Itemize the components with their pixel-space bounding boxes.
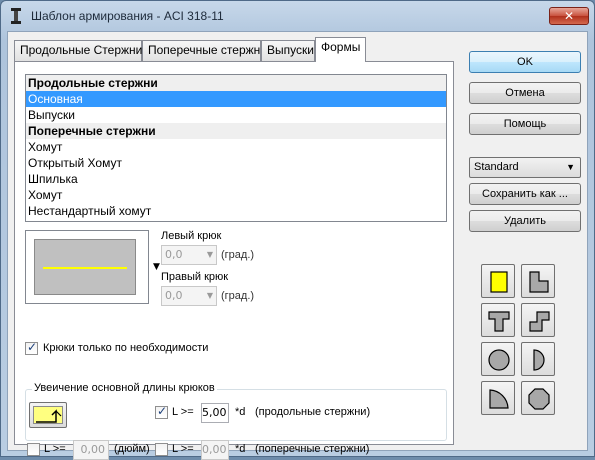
octagon-shape-icon bbox=[528, 388, 550, 410]
preview-canvas bbox=[34, 239, 136, 295]
template-select-value: Standard bbox=[474, 161, 519, 173]
window-title: Шаблон армирования - ACI 318-11 bbox=[31, 9, 224, 23]
dialog-client-area: Продольные Стержни Поперечные стержни Вы… bbox=[7, 31, 588, 460]
half-circle-shape-icon bbox=[533, 349, 545, 371]
chevron-down-icon: ▼ bbox=[206, 250, 213, 259]
list-item[interactable]: Выпуски bbox=[26, 107, 446, 123]
longitudinal-extension-unit: *d bbox=[235, 406, 246, 418]
inch-extension-prefix: L >= bbox=[44, 443, 66, 455]
close-button[interactable]: ✕ bbox=[549, 7, 589, 25]
left-hook-label: Левый крюк bbox=[161, 230, 222, 242]
preview-dropdown-arrow-icon[interactable]: ▼ bbox=[153, 262, 160, 272]
l-shape-icon bbox=[529, 271, 549, 293]
title-bar[interactable]: Шаблон армирования - ACI 318-11 ✕ bbox=[1, 1, 594, 31]
longitudinal-extension-note: (продольные стержни) bbox=[255, 406, 371, 418]
transverse-extension-prefix: L >= bbox=[172, 443, 194, 455]
transverse-extension-input[interactable]: 0,00 bbox=[201, 440, 229, 460]
longitudinal-extension-checkbox[interactable] bbox=[155, 404, 168, 419]
chevron-down-icon: ▼ bbox=[566, 162, 575, 172]
cancel-button[interactable]: Отмена bbox=[469, 82, 581, 104]
z-shape-button[interactable] bbox=[521, 303, 555, 337]
circle-shape-button[interactable] bbox=[481, 342, 515, 376]
inch-extension-checkbox[interactable] bbox=[27, 443, 40, 456]
ok-button[interactable]: OK bbox=[469, 51, 581, 73]
hook-shape-button[interactable] bbox=[29, 402, 67, 428]
hooks-only-if-needed-label: Крюки только по необходимости bbox=[43, 342, 209, 354]
longitudinal-extension-prefix: L >= bbox=[172, 406, 194, 418]
right-hook-label: Правый крюк bbox=[161, 271, 229, 283]
list-header: Поперечные стержни bbox=[26, 123, 446, 139]
preview-bar-line bbox=[43, 267, 127, 269]
quarter-circle-shape-icon bbox=[489, 389, 509, 409]
tab-shapes[interactable]: Формы bbox=[315, 37, 366, 62]
quarter-circle-shape-button[interactable] bbox=[481, 381, 515, 415]
hook-extension-title: Увеичение основной длины крюков bbox=[32, 382, 217, 394]
help-button[interactable]: Помощь bbox=[469, 113, 581, 135]
transverse-extension-note: (поперечные стержни) bbox=[255, 443, 370, 455]
hooks-only-if-needed-checkbox[interactable] bbox=[25, 340, 38, 355]
transverse-extension-unit: *d bbox=[235, 443, 246, 455]
right-hook-unit: (град.) bbox=[221, 290, 255, 302]
circle-shape-icon bbox=[488, 349, 510, 371]
transverse-extension-checkbox[interactable] bbox=[155, 443, 168, 456]
z-shape-icon bbox=[529, 311, 550, 332]
save-as-button[interactable]: Сохранить как ... bbox=[469, 183, 581, 205]
tab-longitudinal-bars[interactable]: Продольные Стержни bbox=[14, 40, 142, 61]
template-select[interactable]: Standard ▼ bbox=[469, 157, 581, 178]
list-item[interactable]: Хомут bbox=[26, 187, 446, 203]
list-item[interactable]: Хомут bbox=[26, 139, 446, 155]
rectangle-shape-icon bbox=[490, 271, 508, 293]
inch-extension-unit: (дюйм) bbox=[114, 443, 150, 455]
left-hook-unit: (град.) bbox=[221, 249, 255, 261]
tab-transverse-bars[interactable]: Поперечные стержни bbox=[142, 40, 267, 61]
tab-dowels[interactable]: Выпуски bbox=[261, 40, 315, 61]
shape-preview bbox=[25, 230, 149, 304]
octagon-shape-button[interactable] bbox=[521, 381, 555, 415]
hook-icon bbox=[36, 409, 62, 423]
list-item[interactable]: Основная bbox=[26, 91, 446, 107]
dialog-window: Шаблон армирования - ACI 318-11 ✕ Продол… bbox=[0, 0, 595, 460]
list-item[interactable]: Шпилька bbox=[26, 171, 446, 187]
hook-shape-preview bbox=[33, 406, 63, 424]
chevron-down-icon: ▼ bbox=[206, 291, 213, 300]
t-shape-button[interactable] bbox=[481, 303, 515, 337]
rebar-app-icon bbox=[11, 8, 21, 24]
right-hook-select[interactable]: 0,0 ▼ bbox=[161, 286, 217, 306]
right-hook-value: 0,0 bbox=[165, 289, 183, 302]
list-header: Продольные стержни bbox=[26, 75, 446, 91]
half-circle-shape-button[interactable] bbox=[521, 342, 555, 376]
shapes-tab-panel: Продольные стержни Основная Выпуски Попе… bbox=[14, 61, 454, 460]
list-item[interactable]: Нестандартный хомут bbox=[26, 203, 446, 219]
inch-extension-input[interactable]: 0,00 bbox=[73, 440, 109, 460]
delete-button[interactable]: Удалить bbox=[469, 210, 581, 232]
left-hook-select[interactable]: 0,0 ▼ bbox=[161, 245, 217, 265]
longitudinal-extension-input[interactable]: 5,00 bbox=[201, 403, 229, 423]
left-hook-value: 0,0 bbox=[165, 248, 183, 261]
list-item[interactable]: Открытый Хомут bbox=[26, 155, 446, 171]
rectangle-shape-button[interactable] bbox=[481, 264, 515, 298]
shape-type-list[interactable]: Продольные стержни Основная Выпуски Попе… bbox=[25, 74, 447, 222]
t-shape-icon bbox=[488, 311, 510, 332]
l-shape-button[interactable] bbox=[521, 264, 555, 298]
